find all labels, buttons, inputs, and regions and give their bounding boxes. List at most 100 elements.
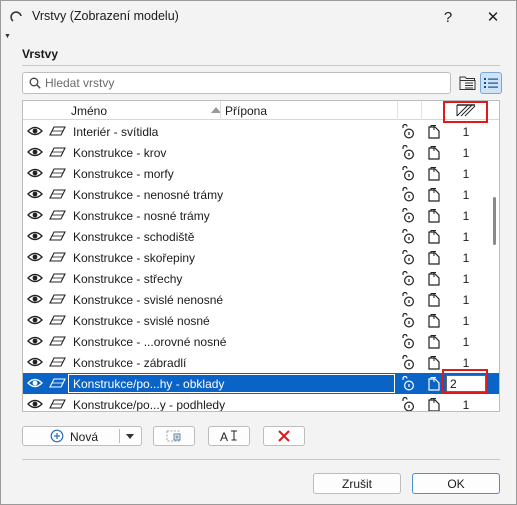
- table-row[interactable]: Konstrukce - zábradlí 1: [23, 352, 499, 373]
- pen-value[interactable]: 1: [443, 230, 489, 244]
- wireframe-icon[interactable]: [427, 397, 441, 411]
- pen-value[interactable]: 1: [443, 398, 489, 411]
- lock-icon[interactable]: [401, 123, 415, 139]
- visibility-eye-icon[interactable]: [27, 188, 43, 200]
- table-row[interactable]: Konstrukce - střechy 1: [23, 268, 499, 289]
- layer-folder-icon: [166, 430, 181, 442]
- lock-icon[interactable]: [401, 312, 415, 328]
- wireframe-icon[interactable]: [427, 334, 441, 349]
- visibility-eye-icon[interactable]: [27, 335, 43, 347]
- wireframe-icon[interactable]: [427, 250, 441, 265]
- close-button[interactable]: ✕: [471, 1, 515, 33]
- wireframe-icon[interactable]: [427, 271, 441, 286]
- wireframe-icon[interactable]: [427, 124, 441, 139]
- visibility-eye-icon[interactable]: [27, 356, 43, 368]
- lock-icon[interactable]: [401, 165, 415, 181]
- table-row[interactable]: Konstrukce - nosné trámy 1: [23, 205, 499, 226]
- visibility-eye-icon[interactable]: [27, 377, 43, 389]
- column-separator: [397, 101, 398, 120]
- pen-value[interactable]: 1: [443, 188, 489, 202]
- delete-layer-button[interactable]: [263, 426, 305, 446]
- pen-value[interactable]: 1: [443, 356, 489, 370]
- table-row[interactable]: Konstrukce - svislé nenosné 1: [23, 289, 499, 310]
- table-row[interactable]: Konstrukce - ...orovné nosné 1: [23, 331, 499, 352]
- new-layer-button[interactable]: Nová: [22, 426, 142, 446]
- visibility-eye-icon[interactable]: [27, 398, 43, 410]
- layer-icon: [49, 209, 66, 221]
- ok-button[interactable]: OK: [412, 473, 500, 494]
- lock-icon[interactable]: [401, 144, 415, 160]
- column-extension-header[interactable]: Přípona: [225, 104, 267, 118]
- table-row[interactable]: Konstrukce - morfy 1: [23, 163, 499, 184]
- lock-icon[interactable]: [401, 396, 415, 411]
- vertical-scrollbar[interactable]: [491, 121, 499, 411]
- highlight-box-value: [442, 369, 488, 394]
- dropdown-arrow-icon[interactable]: [126, 434, 134, 439]
- search-icon: [29, 77, 41, 89]
- visibility-eye-icon[interactable]: [27, 314, 43, 326]
- wireframe-icon[interactable]: [427, 313, 441, 328]
- column-name-header[interactable]: Jméno: [71, 104, 107, 118]
- lock-icon[interactable]: [401, 207, 415, 223]
- visibility-eye-icon[interactable]: [27, 230, 43, 242]
- table-row[interactable]: Konstrukce/po...y - podhledy 1: [23, 394, 499, 412]
- search-input[interactable]: [45, 74, 445, 92]
- divider: [22, 459, 500, 460]
- table-row[interactable]: Konstrukce - skořepiny 1: [23, 247, 499, 268]
- table-row[interactable]: Konstrukce - nenosné trámy 1: [23, 184, 499, 205]
- pen-value[interactable]: 1: [443, 335, 489, 349]
- lock-icon[interactable]: [401, 270, 415, 286]
- pen-value[interactable]: 1: [443, 209, 489, 223]
- layer-icon: [49, 251, 66, 263]
- rename-layer-button[interactable]: A: [208, 426, 250, 446]
- table-row[interactable]: Interiér - svítidla 1: [23, 121, 499, 142]
- app-icon: [10, 11, 22, 22]
- layer-icon: [49, 335, 66, 347]
- visibility-eye-icon[interactable]: [27, 293, 43, 305]
- pen-value[interactable]: 1: [443, 314, 489, 328]
- pen-value[interactable]: 1: [443, 272, 489, 286]
- wireframe-icon[interactable]: [427, 292, 441, 307]
- tree-view-button[interactable]: [457, 72, 479, 94]
- visibility-eye-icon[interactable]: [27, 272, 43, 284]
- table-row[interactable]: Konstrukce - schodiště 1: [23, 226, 499, 247]
- lock-icon[interactable]: [401, 354, 415, 370]
- visibility-eye-icon[interactable]: [27, 209, 43, 221]
- layer-name: Konstrukce - schodiště: [73, 230, 195, 244]
- wireframe-icon[interactable]: [427, 145, 441, 160]
- lock-icon[interactable]: [401, 228, 415, 244]
- wireframe-icon[interactable]: [427, 355, 441, 370]
- lock-icon[interactable]: [401, 291, 415, 307]
- pen-value[interactable]: 1: [443, 293, 489, 307]
- help-button[interactable]: ?: [426, 1, 470, 33]
- pen-value[interactable]: 1: [443, 167, 489, 181]
- wireframe-icon[interactable]: [427, 376, 441, 391]
- table-row[interactable]: Konstrukce/po...hy - obklady 2: [23, 373, 499, 394]
- layer-name: Konstrukce/po...y - podhledy: [73, 398, 226, 412]
- lock-icon[interactable]: [401, 375, 415, 391]
- pen-value[interactable]: 1: [443, 125, 489, 139]
- pen-value[interactable]: 1: [443, 146, 489, 160]
- duplicate-layer-button[interactable]: [153, 426, 195, 446]
- pen-value[interactable]: 1: [443, 251, 489, 265]
- list-view-button[interactable]: [480, 72, 502, 94]
- table-row[interactable]: Konstrukce - krov 1: [23, 142, 499, 163]
- search-box[interactable]: [22, 72, 451, 94]
- lock-icon[interactable]: [401, 333, 415, 349]
- wireframe-icon[interactable]: [427, 187, 441, 202]
- wireframe-icon[interactable]: [427, 208, 441, 223]
- scroll-thumb[interactable]: [493, 197, 496, 245]
- visibility-eye-icon[interactable]: [27, 125, 43, 137]
- wireframe-icon[interactable]: [427, 166, 441, 181]
- lock-icon[interactable]: [401, 186, 415, 202]
- visibility-eye-icon[interactable]: [27, 146, 43, 158]
- collapse-arrow-icon[interactable]: ▼: [4, 33, 11, 40]
- visibility-eye-icon[interactable]: [27, 251, 43, 263]
- visibility-eye-icon[interactable]: [27, 167, 43, 179]
- cancel-button[interactable]: Zrušit: [313, 473, 401, 494]
- layer-name: Konstrukce - nenosné trámy: [73, 188, 224, 202]
- layer-icon: [49, 146, 66, 158]
- wireframe-icon[interactable]: [427, 229, 441, 244]
- lock-icon[interactable]: [401, 249, 415, 265]
- table-row[interactable]: Konstrukce - svislé nosné 1: [23, 310, 499, 331]
